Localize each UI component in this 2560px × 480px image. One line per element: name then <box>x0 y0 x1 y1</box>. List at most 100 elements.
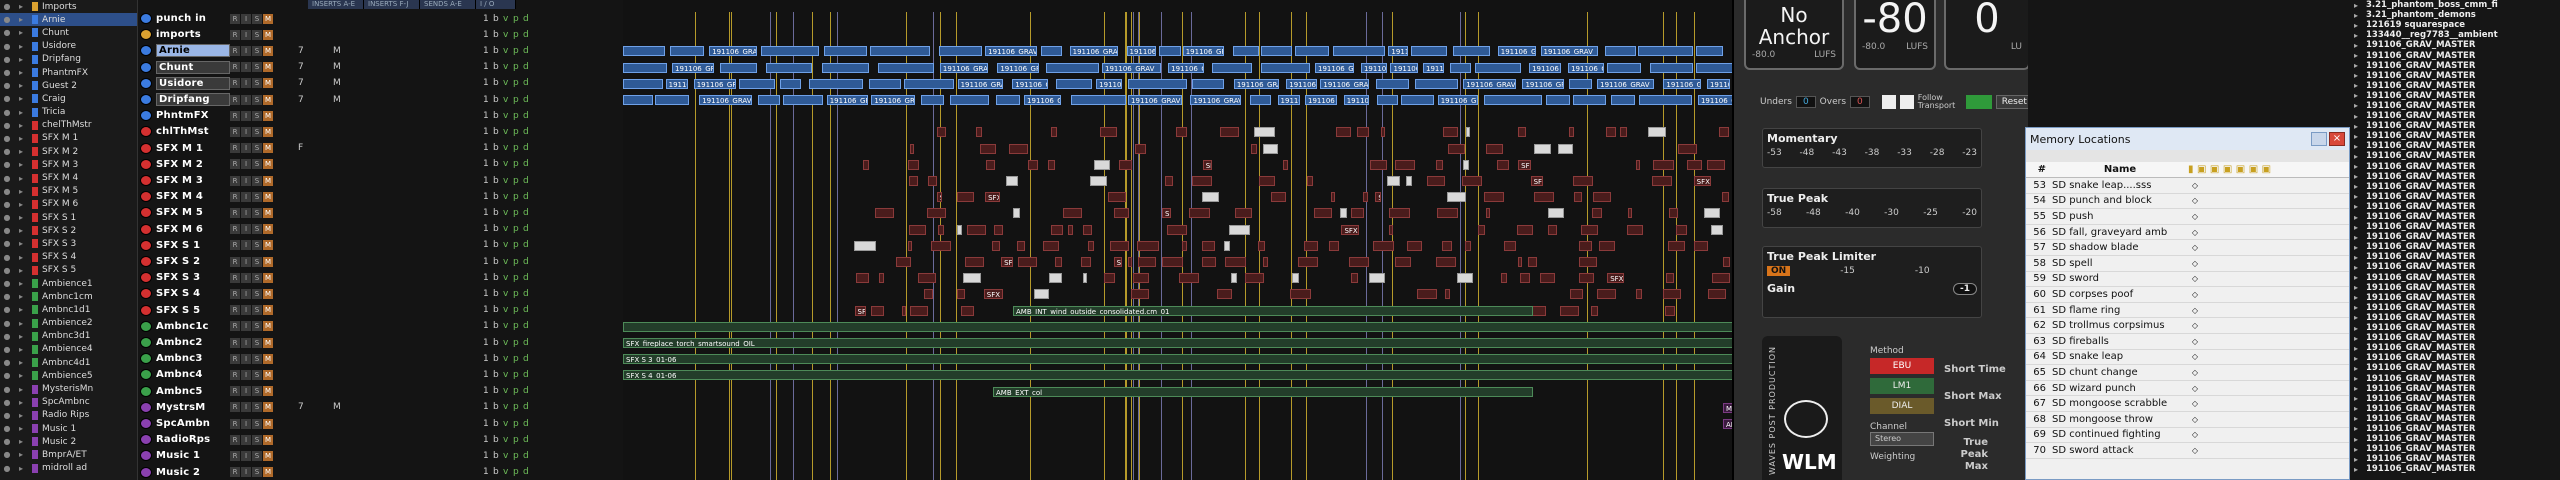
track-m-button[interactable]: M <box>263 321 273 332</box>
io-cell[interactable]: v <box>503 95 508 105</box>
audio-clip[interactable]: 191106_GRAV <box>672 62 714 73</box>
audio-clip[interactable] <box>991 240 1001 251</box>
audio-clip[interactable] <box>1363 192 1369 203</box>
expand-triangle-icon[interactable]: ▸ <box>14 15 28 24</box>
clip-list-item[interactable]: ▸ 191106_GRAV_MASTER <box>2350 172 2560 182</box>
audio-clip[interactable] <box>1119 159 1133 170</box>
io-cell[interactable]: p <box>513 78 519 88</box>
io-cell[interactable]: d <box>523 192 529 202</box>
io-cell[interactable]: d <box>523 451 529 461</box>
io-cell[interactable]: 1 <box>483 208 489 218</box>
io-cell[interactable]: v <box>503 208 508 218</box>
clip-expand-icon[interactable]: ▸ <box>2354 213 2366 222</box>
audio-clip[interactable] <box>1497 159 1509 170</box>
audio-clip[interactable] <box>1533 192 1555 203</box>
clip-expand-icon[interactable]: ▸ <box>2354 142 2366 151</box>
audio-clip[interactable] <box>1055 78 1093 89</box>
audio-clip[interactable] <box>1546 95 1570 105</box>
audio-clip[interactable] <box>1590 305 1599 316</box>
track-r-button[interactable]: R <box>230 45 240 56</box>
io-cell[interactable]: p <box>513 46 519 56</box>
audio-clip[interactable] <box>1427 176 1446 186</box>
io-cell[interactable]: 1 <box>483 30 489 40</box>
audio-clip[interactable] <box>1380 127 1385 138</box>
track-name[interactable]: SFX M 6 <box>156 224 230 235</box>
audio-clip[interactable] <box>1370 159 1388 170</box>
io-cell[interactable]: p <box>513 419 519 429</box>
io-cell[interactable]: p <box>513 305 519 315</box>
io-cell[interactable]: v <box>503 127 508 137</box>
audio-clip[interactable]: 191106_GRAV <box>693 78 736 89</box>
track-name[interactable]: SFX M 3 <box>156 175 230 186</box>
track-i-button[interactable]: I <box>241 369 251 380</box>
visibility-dot-icon[interactable]: ● <box>0 121 14 130</box>
track-i-button[interactable]: I <box>241 13 251 24</box>
io-cell[interactable]: 1 <box>483 338 489 348</box>
track-r-button[interactable]: R <box>230 13 240 24</box>
audio-clip[interactable] <box>1225 257 1247 267</box>
track-list-item[interactable]: ● ▸ chelThMstr <box>0 119 137 132</box>
track-name[interactable]: SFX S 2 <box>156 256 230 267</box>
expand-triangle-icon[interactable]: ▸ <box>14 68 28 77</box>
io-cell[interactable]: 1 <box>483 419 489 429</box>
audio-clip[interactable] <box>1313 208 1332 219</box>
clip-expand-icon[interactable]: ▸ <box>2354 384 2366 393</box>
memory-location-row[interactable]: 69 SD continued fighting ◇ <box>2026 428 2349 444</box>
insert-slot[interactable]: F <box>298 143 303 153</box>
track-s-button[interactable]: S <box>252 288 262 299</box>
track-list-item[interactable]: ● ▸ Ambnc1d1 <box>0 303 137 316</box>
io-cell[interactable]: b <box>493 419 499 429</box>
audio-clip[interactable] <box>1377 95 1398 105</box>
track-i-button[interactable]: I <box>241 402 251 413</box>
track-i-button[interactable]: I <box>241 110 251 121</box>
audio-clip[interactable] <box>1090 176 1107 186</box>
io-cell[interactable]: 1 <box>483 257 489 267</box>
io-cell[interactable]: d <box>523 111 529 121</box>
io-cell[interactable]: p <box>513 192 519 202</box>
track-s-button[interactable]: S <box>252 175 262 186</box>
audio-clip[interactable] <box>1578 257 1597 267</box>
io-cell[interactable]: 1 <box>483 273 489 283</box>
audio-clip[interactable] <box>1627 224 1644 235</box>
expand-triangle-icon[interactable]: ▸ <box>14 94 28 103</box>
audio-clip[interactable] <box>1518 127 1527 138</box>
audio-clip[interactable]: 191106_GRAV <box>1128 95 1182 105</box>
memory-location-row[interactable]: 53 SD snake leap....sss ◇ <box>2026 178 2349 194</box>
io-cell[interactable]: d <box>523 435 529 445</box>
audio-clip[interactable] <box>1719 127 1730 138</box>
audio-clip[interactable]: 191106_GRAV <box>1126 46 1156 57</box>
track-name[interactable]: SFX M 1 <box>156 143 230 154</box>
track-name[interactable]: Usidore <box>156 76 230 90</box>
track-i-button[interactable]: I <box>241 126 251 137</box>
io-cell[interactable]: d <box>523 467 529 477</box>
track-s-button[interactable]: S <box>252 434 262 445</box>
track-i-button[interactable]: I <box>241 337 251 348</box>
audio-clip[interactable] <box>1417 289 1437 300</box>
clip-list-item[interactable]: ▸ 191106_GRAV_MASTER <box>2350 353 2560 363</box>
clip-list-item[interactable]: ▸ 191106_GRAV_MASTER <box>2350 162 2560 172</box>
clip-list-item[interactable]: ▸ 191106_GRAV_MASTER <box>2350 303 2560 313</box>
audio-clip[interactable] <box>1676 224 1687 235</box>
audio-clip[interactable] <box>1291 273 1299 284</box>
audio-clip[interactable]: SFX <box>1162 208 1171 219</box>
track-list-item[interactable]: ● ▸ Usidore <box>0 40 137 53</box>
io-cell[interactable]: p <box>513 176 519 186</box>
audio-clip[interactable] <box>1271 192 1286 203</box>
io-cell[interactable]: 1 <box>483 402 489 412</box>
clip-list-item[interactable]: ▸ 191106_GRAV_MASTER <box>2350 141 2560 151</box>
audio-clip[interactable] <box>1610 95 1635 105</box>
audio-clip[interactable] <box>1083 273 1088 284</box>
audio-clip[interactable] <box>1388 208 1410 219</box>
expand-triangle-icon[interactable]: ▸ <box>14 42 28 51</box>
audio-clip[interactable] <box>1442 127 1458 138</box>
audio-clip[interactable] <box>957 224 963 235</box>
audio-clip[interactable] <box>1650 62 1693 73</box>
track-header[interactable]: SFX S 4RISM 1bvpd <box>138 287 618 300</box>
track-m-button[interactable]: M <box>263 467 273 478</box>
io-cell[interactable]: b <box>493 224 499 234</box>
clip-expand-icon[interactable]: ▸ <box>2354 223 2366 232</box>
expand-triangle-icon[interactable]: ▸ <box>14 292 28 301</box>
audio-clip[interactable]: SFX <box>936 192 942 203</box>
track-i-button[interactable]: I <box>241 62 251 73</box>
io-cell[interactable]: v <box>503 14 508 24</box>
